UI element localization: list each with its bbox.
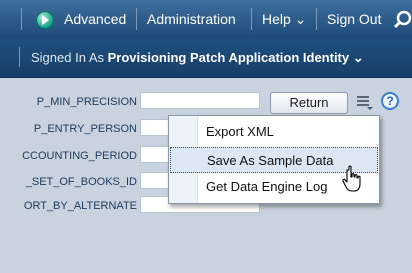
- param-label-set-of-books-id: _SET_OF_BOOKS_ID: [25, 176, 137, 188]
- menu-item-label: Save As Sample Data: [207, 153, 334, 168]
- help-menu[interactable]: Help ⌄: [262, 11, 306, 28]
- header-separator: [316, 8, 317, 30]
- header-separator: [251, 8, 252, 30]
- return-button[interactable]: Return: [270, 92, 348, 114]
- param-label-accounting-period: CCOUNTING_PERIOD: [22, 150, 137, 162]
- sign-out-link[interactable]: Sign Out: [327, 11, 381, 27]
- header-separator: [136, 8, 137, 30]
- param-label-sort-by-alternate: ORT_BY_ALTERNATE: [23, 200, 137, 212]
- param-input-min-precision[interactable]: [140, 92, 260, 109]
- header-separator: [21, 8, 22, 30]
- menu-item-label: Get Data Engine Log: [206, 179, 328, 194]
- session-separator: [19, 47, 20, 67]
- administration-link[interactable]: Administration: [147, 11, 236, 27]
- param-label-min-precision: P_MIN_PRECISION: [36, 96, 137, 108]
- session-bar: Signed In As Provisioning Patch Applicat…: [0, 38, 412, 78]
- menu-item-label: Export XML: [206, 124, 274, 139]
- global-header: Advanced Administration Help ⌄ Sign Out: [0, 0, 412, 38]
- help-icon[interactable]: ?: [381, 92, 399, 110]
- green-arrow-circle-icon[interactable]: [36, 11, 54, 29]
- actions-menu-icon[interactable]: [356, 95, 374, 111]
- signed-in-text: Signed In As Provisioning Patch Applicat…: [31, 50, 364, 66]
- signed-in-label: Signed In As: [31, 50, 104, 65]
- advanced-link[interactable]: Advanced: [64, 11, 126, 27]
- hand-pointer-cursor-icon: [342, 165, 361, 192]
- user-menu[interactable]: Provisioning Patch Application Identity …: [108, 50, 364, 65]
- search-icon[interactable]: [393, 9, 412, 29]
- menu-item-export-xml[interactable]: Export XML: [170, 119, 378, 145]
- param-label-entry-person: P_ENTRY_PERSON: [33, 123, 137, 135]
